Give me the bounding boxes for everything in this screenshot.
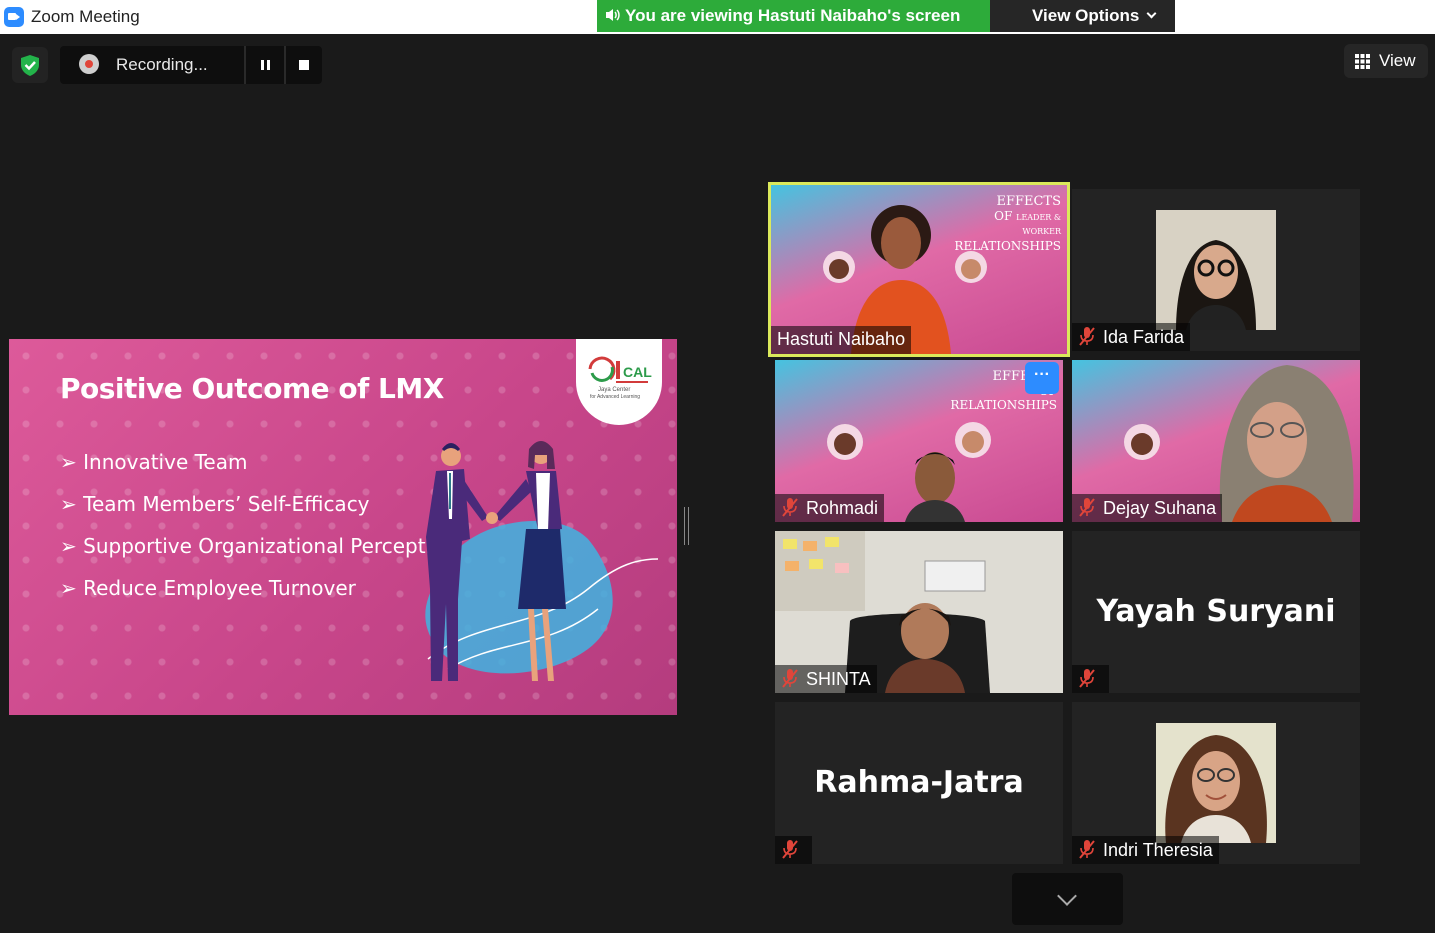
pause-icon (261, 60, 264, 70)
recording-bar: Recording... (60, 46, 322, 84)
participant-tile[interactable]: EFFECTS OF RELATIONSHIPS ··· Rohmadi (775, 360, 1063, 522)
pause-icon (267, 60, 270, 70)
participant-tile[interactable]: Ida Farida (1072, 189, 1360, 351)
participant-name-label: Rohmadi (775, 494, 885, 522)
mic-off-icon (782, 498, 798, 517)
participant-tile[interactable]: EFFECTS OF LEADER & WORKER RELATIONSHIPS… (768, 182, 1070, 357)
more-options-icon: ··· (1034, 366, 1050, 383)
pause-recording-button[interactable] (246, 46, 284, 84)
mic-off-icon (1079, 327, 1095, 346)
stop-recording-button[interactable] (286, 46, 322, 84)
shared-screen-slide: Positive Outcome of LMX ➢ Innovative Tea… (9, 339, 677, 715)
participant-name-label: Dejay Suhana (1072, 494, 1223, 522)
mic-off-icon (1079, 498, 1095, 517)
participant-name-label: SHINTA (775, 665, 877, 693)
zoom-logo-icon (4, 7, 24, 27)
participant-tile[interactable]: Yayah Suryani (1072, 531, 1360, 693)
jcal-logo-icon: CAL Jaya Center for Advanced Learning (588, 356, 652, 400)
viewing-screen-banner: You are viewing Hastuti Naibaho's screen (597, 0, 990, 32)
handshake-illustration (425, 441, 659, 681)
participant-mute-indicator (1072, 665, 1109, 693)
participant-tile[interactable]: SHINTA (775, 531, 1063, 693)
mic-off-icon (782, 669, 798, 688)
slide-bullet: ➢ Reduce Employee Turnover (60, 576, 356, 600)
view-label: View (1379, 51, 1416, 70)
participant-display-name: Yayah Suryani (1096, 594, 1336, 629)
slide-bullet: ➢ Innovative Team (60, 450, 248, 474)
slide-bullet: ➢ Supportive Organizational Perception (60, 534, 457, 558)
svg-text:for Advanced Learning: for Advanced Learning (590, 394, 640, 400)
window-title: Zoom Meeting (31, 7, 140, 26)
record-dot-icon (79, 54, 99, 74)
more-options-button[interactable]: ··· (1025, 362, 1059, 394)
view-options-label: View Options (1032, 6, 1140, 25)
participant-tile[interactable]: Dejay Suhana (1072, 360, 1360, 522)
mic-off-icon (782, 840, 798, 859)
participant-tile[interactable]: Rahma-Jatra (775, 702, 1063, 864)
participant-tile[interactable]: Indri Theresia (1072, 702, 1360, 864)
view-options-button[interactable]: View Options (990, 0, 1175, 32)
speaker-icon (606, 9, 620, 21)
security-shield-icon[interactable] (12, 47, 48, 83)
chevron-down-icon (1146, 8, 1157, 19)
participant-mute-indicator (775, 836, 812, 864)
viewing-banner-text: You are viewing Hastuti Naibaho's screen (625, 6, 961, 25)
participant-name-label: Hastuti Naibaho (771, 326, 912, 354)
mic-off-icon (1079, 840, 1095, 859)
recording-label: Recording... (116, 55, 208, 74)
participant-display-name: Rahma-Jatra (814, 765, 1024, 800)
participant-video-camera (1156, 723, 1276, 843)
panel-splitter-handle[interactable] (684, 507, 689, 545)
slide-bullet: ➢ Team Members’ Self-Efficacy (60, 492, 370, 516)
slide-title: Positive Outcome of LMX (60, 372, 444, 405)
participant-video-camera (1156, 210, 1276, 330)
svg-text:Jaya Center: Jaya Center (598, 387, 630, 393)
chevron-down-icon (1057, 886, 1077, 906)
shield-glyph (21, 55, 39, 76)
participant-name-label: Indri Theresia (1072, 836, 1219, 864)
svg-text:CAL: CAL (623, 364, 652, 380)
view-layout-button[interactable]: View (1344, 44, 1428, 78)
grid-view-icon (1355, 54, 1370, 69)
participant-name-label: Ida Farida (1072, 323, 1191, 351)
stop-icon (299, 60, 309, 70)
next-page-button[interactable] (1012, 873, 1123, 925)
jcal-logo: CAL Jaya Center for Advanced Learning (576, 339, 662, 425)
mic-off-icon (1079, 669, 1095, 688)
